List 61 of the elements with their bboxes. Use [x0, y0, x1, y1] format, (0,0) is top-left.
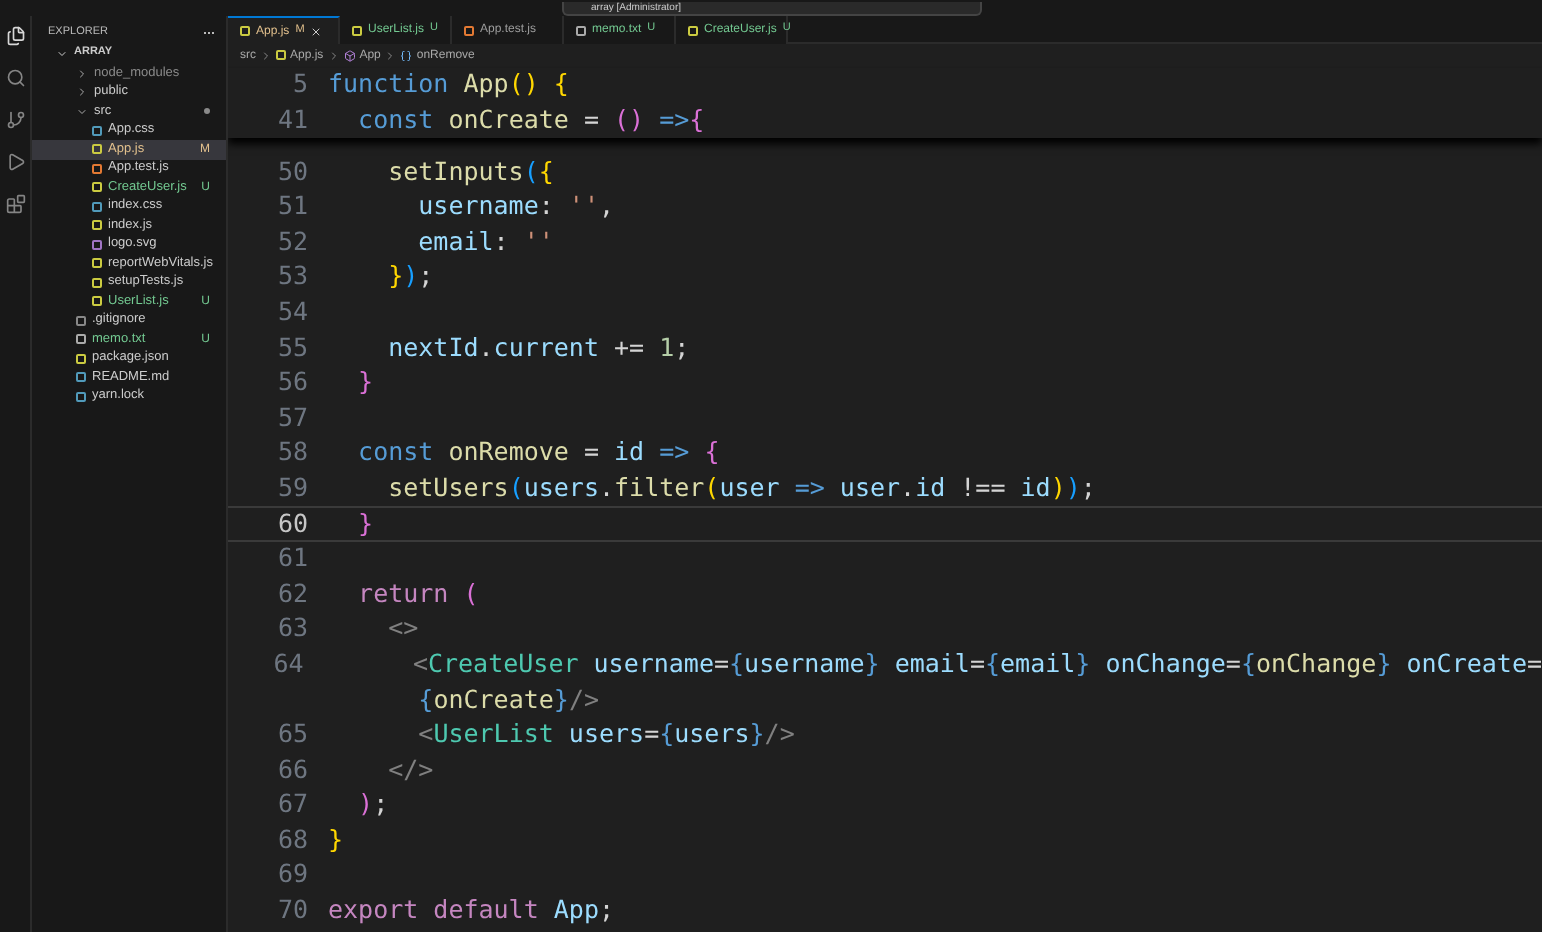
line-number: 60	[275, 505, 308, 542]
component-icon	[343, 49, 356, 61]
chevron-right-icon	[384, 49, 397, 61]
code-line: const onCreate = () =>{	[356, 102, 705, 139]
line-number: 57	[275, 399, 308, 436]
close-icon[interactable]	[310, 25, 323, 37]
code-line: username: '',	[416, 188, 615, 225]
code-line: email: ''	[416, 223, 554, 260]
code-line: </>	[386, 751, 434, 788]
code-line: }	[328, 821, 344, 858]
code-line: }	[356, 505, 374, 542]
line-number: 70	[275, 892, 308, 929]
line-number: 51	[275, 188, 308, 225]
code-line: <>	[386, 610, 419, 647]
extensions-icon[interactable]	[5, 194, 25, 214]
code-line: return (	[356, 575, 479, 612]
line-number: 63	[275, 610, 308, 647]
code-line: export default App;	[328, 892, 614, 929]
file-type-icon	[240, 26, 250, 36]
line-number: 69	[275, 856, 308, 893]
line-number: 61	[275, 540, 308, 577]
line-number: 62	[275, 575, 308, 612]
line-number: 64	[271, 645, 304, 682]
code-line: <CreateUser username={username} email={email} onChange={onChange} onCreate=	[410, 645, 1542, 682]
line-number: 65	[275, 716, 308, 753]
line-number: 52	[275, 223, 308, 260]
code-line: }	[356, 364, 374, 401]
files-icon[interactable]	[5, 26, 25, 46]
code-line: function App() {	[328, 66, 569, 103]
line-number: 50	[275, 153, 308, 190]
file-type-icon	[576, 25, 586, 35]
file-type-icon	[352, 25, 362, 35]
code-line: {onCreate}/>	[416, 681, 599, 718]
line-number: 67	[275, 786, 308, 823]
line-number: 56	[275, 364, 308, 401]
method-icon	[400, 49, 413, 61]
code-line: );	[356, 786, 389, 823]
code-line: nextId.current += 1;	[386, 329, 690, 366]
play-icon[interactable]	[5, 152, 25, 172]
line-number: 58	[275, 434, 308, 471]
branch-icon[interactable]	[5, 110, 25, 130]
search-icon[interactable]	[5, 68, 25, 88]
code-line: const onRemove = id => {	[356, 434, 720, 471]
line-number: 5	[290, 66, 308, 103]
code-line: setUsers(users.filter(user => user.id !== id));	[386, 469, 1096, 506]
file-type-icon	[688, 25, 698, 35]
line-number: 68	[275, 821, 308, 858]
line-number: 53	[275, 258, 308, 295]
file-type-icon	[464, 25, 474, 35]
line-number: 41	[275, 102, 308, 139]
line-number: 59	[275, 469, 308, 506]
chevron-right-icon	[327, 49, 340, 61]
chevron-down-icon	[56, 48, 68, 60]
code-line: });	[386, 258, 434, 295]
line-number: 55	[275, 329, 308, 366]
chevron-right-icon	[260, 49, 272, 61]
file-type-icon	[276, 50, 286, 60]
line-number: 66	[275, 751, 308, 788]
line-number: 54	[275, 293, 308, 330]
code-line: setInputs({	[386, 153, 554, 190]
code-line: <UserList users={users}/>	[416, 716, 795, 753]
